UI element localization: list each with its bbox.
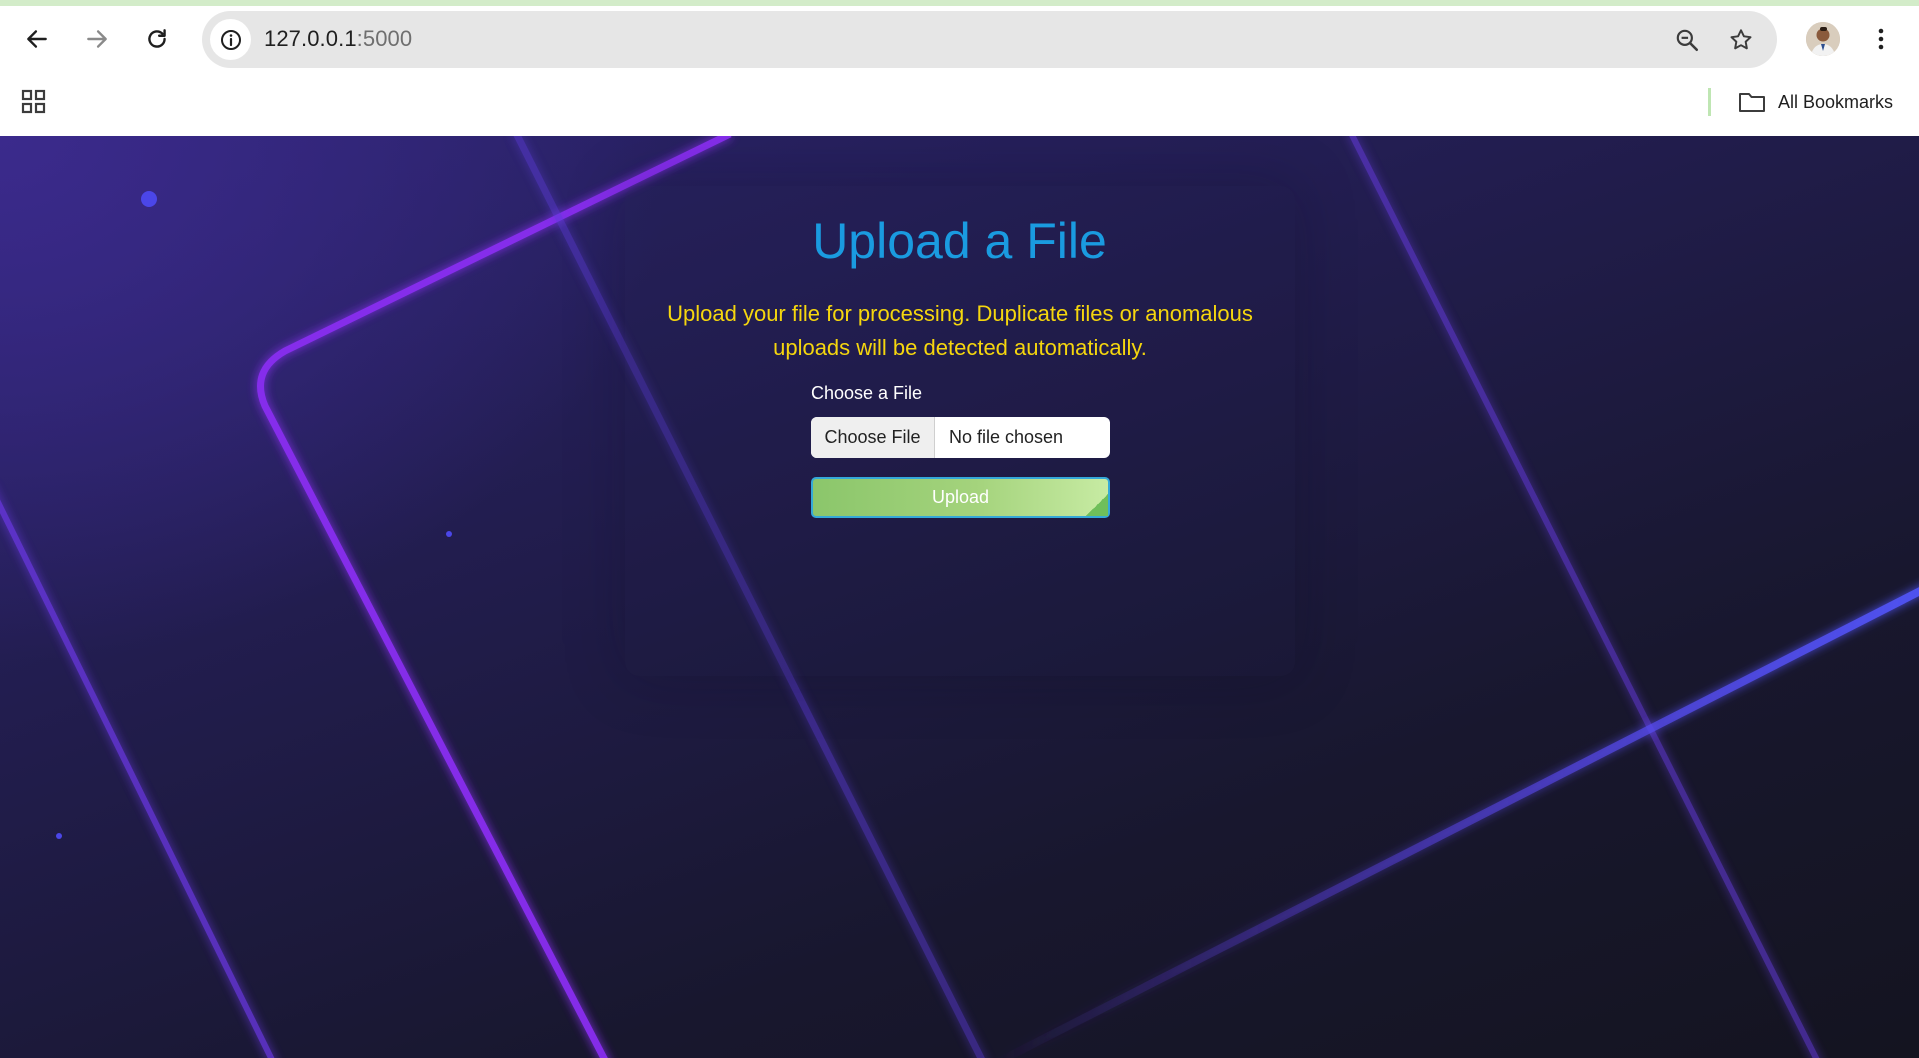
file-input[interactable]: Choose File No file chosen — [811, 417, 1110, 458]
url-host: 127.0.0.1 — [264, 26, 357, 51]
file-input-label: Choose a File — [811, 383, 923, 403]
upload-button[interactable]: Upload — [811, 477, 1110, 518]
profile-avatar-image — [1806, 22, 1840, 56]
file-status-text: No file chosen — [949, 427, 1064, 447]
upload-button-label: Upload — [931, 487, 990, 507]
bookmarks-divider — [1708, 88, 1711, 116]
tab-strip-edge — [0, 0, 1919, 6]
forward-button[interactable] — [78, 20, 116, 58]
star-icon — [1730, 29, 1752, 50]
choose-file-button[interactable]: Choose File — [811, 417, 935, 458]
address-bar[interactable]: 127.0.0.1:5000 — [202, 11, 1777, 68]
zoom-icon — [1676, 29, 1699, 52]
back-arrow-icon — [27, 30, 47, 48]
more-menu-icon — [1878, 28, 1884, 50]
url-port: :5000 — [356, 26, 413, 51]
page-title: Upload a File — [812, 213, 1107, 269]
bookmark-star-button[interactable] — [1726, 25, 1756, 55]
all-bookmarks-label: All Bookmarks — [1778, 91, 1894, 112]
forward-arrow-icon — [87, 30, 107, 48]
upload-button-corner — [1086, 494, 1108, 516]
folder-icon — [1739, 93, 1765, 112]
url-text[interactable]: 127.0.0.1:5000 — [264, 26, 412, 52]
apps-grid-icon[interactable] — [20, 88, 48, 116]
profile-avatar[interactable] — [1806, 22, 1840, 56]
reload-icon — [148, 29, 166, 48]
page-viewport: Upload a File Upload your file for proce… — [0, 136, 1919, 1058]
more-menu-button[interactable] — [1866, 20, 1896, 58]
info-icon — [220, 29, 241, 50]
back-button[interactable] — [18, 20, 56, 58]
page-subtitle: Upload your file for processing. Duplica… — [667, 301, 1253, 360]
browser-toolbar: 127.0.0.1:5000 — [0, 0, 1919, 78]
all-bookmarks-button[interactable]: All Bookmarks — [1738, 88, 1893, 116]
reload-button[interactable] — [138, 20, 176, 58]
bookmarks-bar — [0, 78, 1919, 136]
site-info-button[interactable] — [210, 19, 251, 60]
zoom-button[interactable] — [1672, 25, 1702, 55]
